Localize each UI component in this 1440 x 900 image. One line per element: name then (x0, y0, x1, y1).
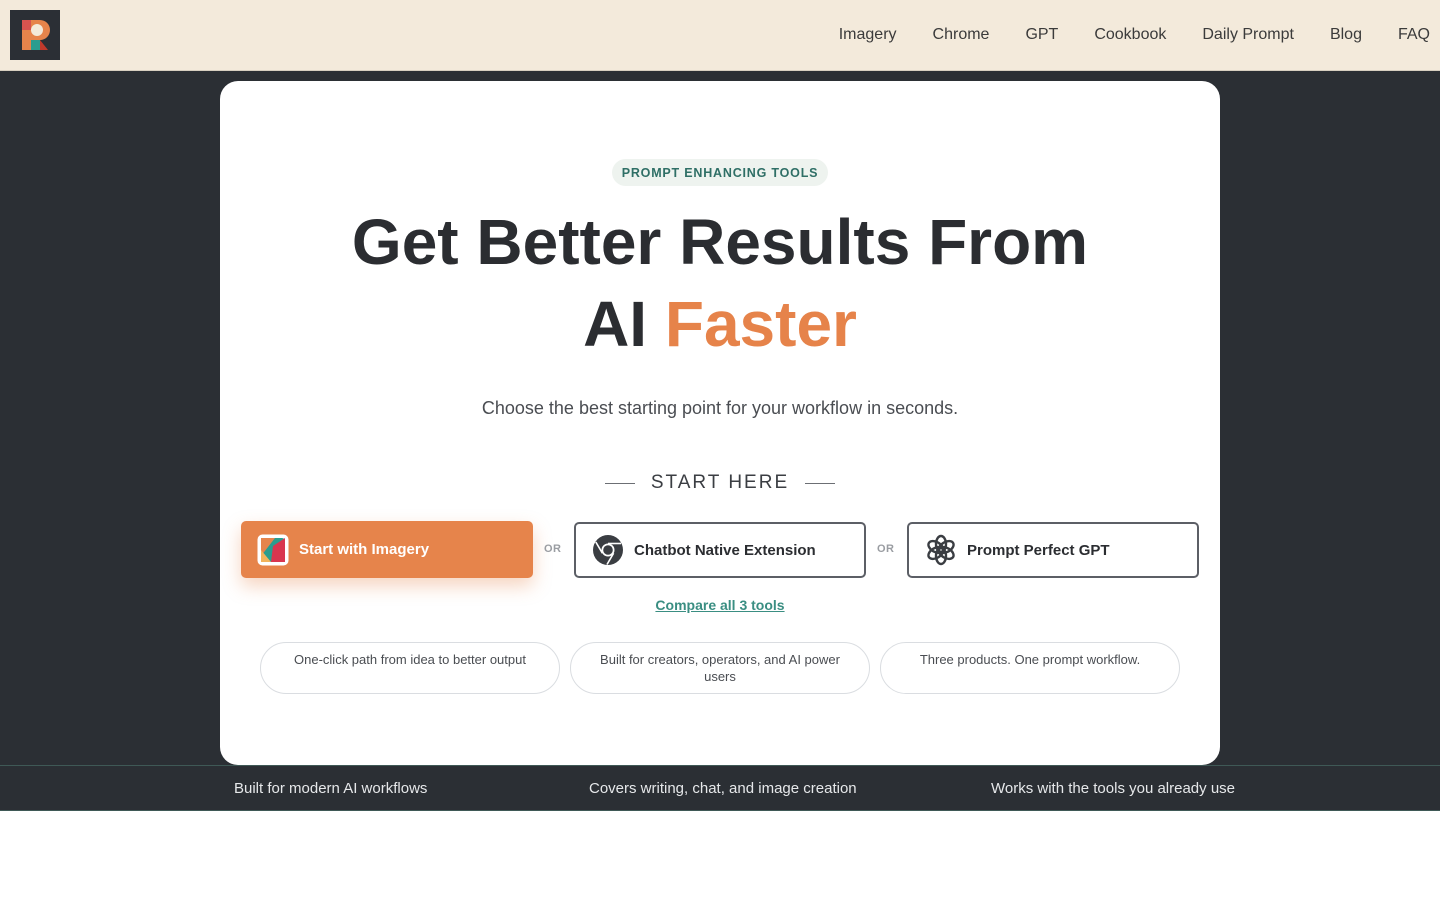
or-separator-2: OR (877, 543, 895, 555)
start-with-imagery-label: Start with Imagery (299, 541, 430, 558)
headline-line-1: Get Better Results From (351, 206, 1089, 278)
nav-item-faq[interactable]: FAQ (1398, 26, 1430, 44)
nav-item-daily-prompt[interactable]: Daily Prompt (1202, 26, 1294, 44)
benefit-item-workflows: Built for modern AI workflows (234, 780, 428, 797)
hero-badge: PROMPT ENHANCING TOOLS (612, 159, 828, 186)
benefit-item-compatibility: Works with the tools you already use (991, 780, 1236, 797)
chatbot-native-extension-label: Chatbot Native Extension (634, 541, 816, 559)
chrome-icon (592, 534, 624, 566)
feature-pill-one-click: One-click path from idea to better outpu… (260, 642, 560, 694)
headline-line-2: AI Faster (220, 284, 1220, 364)
nav-item-gpt[interactable]: GPT (1025, 26, 1058, 44)
nav-item-chrome[interactable]: Chrome (933, 26, 990, 44)
compare-tools-link[interactable]: Compare all 3 tools (620, 597, 820, 613)
divider-line-left (604, 482, 635, 484)
openai-icon (925, 534, 957, 566)
brand-logo-icon[interactable] (10, 10, 60, 60)
start-with-imagery-button[interactable]: Start with Imagery (241, 521, 533, 578)
divider-line-right (805, 482, 836, 484)
chatbot-native-extension-button[interactable]: Chatbot Native Extension (574, 522, 866, 578)
nav-item-imagery[interactable]: Imagery (839, 26, 897, 44)
benefits-strip: Built for modern AI workflows Covers wri… (0, 765, 1440, 811)
feature-pill-audience: Built for creators, operators, and AI po… (570, 642, 870, 694)
or-separator-1: OR (544, 543, 562, 555)
prompt-perfect-gpt-label: Prompt Perfect GPT (967, 541, 1110, 559)
headline-prefix: AI (583, 288, 648, 360)
benefit-item-coverage: Covers writing, chat, and image creation (589, 780, 857, 797)
nav-item-blog[interactable]: Blog (1330, 26, 1362, 44)
nav-item-cookbook[interactable]: Cookbook (1094, 26, 1166, 44)
top-navigation-bar: Imagery Chrome GPT Cookbook Daily Prompt… (0, 0, 1440, 71)
start-here-label: START HERE (650, 472, 790, 493)
main-nav: Imagery Chrome GPT Cookbook Daily Prompt… (803, 0, 1430, 70)
start-here-divider: START HERE (600, 470, 840, 496)
feature-pill-products: Three products. One prompt workflow. (880, 642, 1180, 694)
hero-subtitle: Choose the best starting point for your … (481, 398, 959, 418)
imagery-app-icon (257, 534, 289, 566)
headline-accent-word: Faster (664, 288, 857, 360)
prompt-perfect-gpt-button[interactable]: Prompt Perfect GPT (907, 522, 1199, 578)
